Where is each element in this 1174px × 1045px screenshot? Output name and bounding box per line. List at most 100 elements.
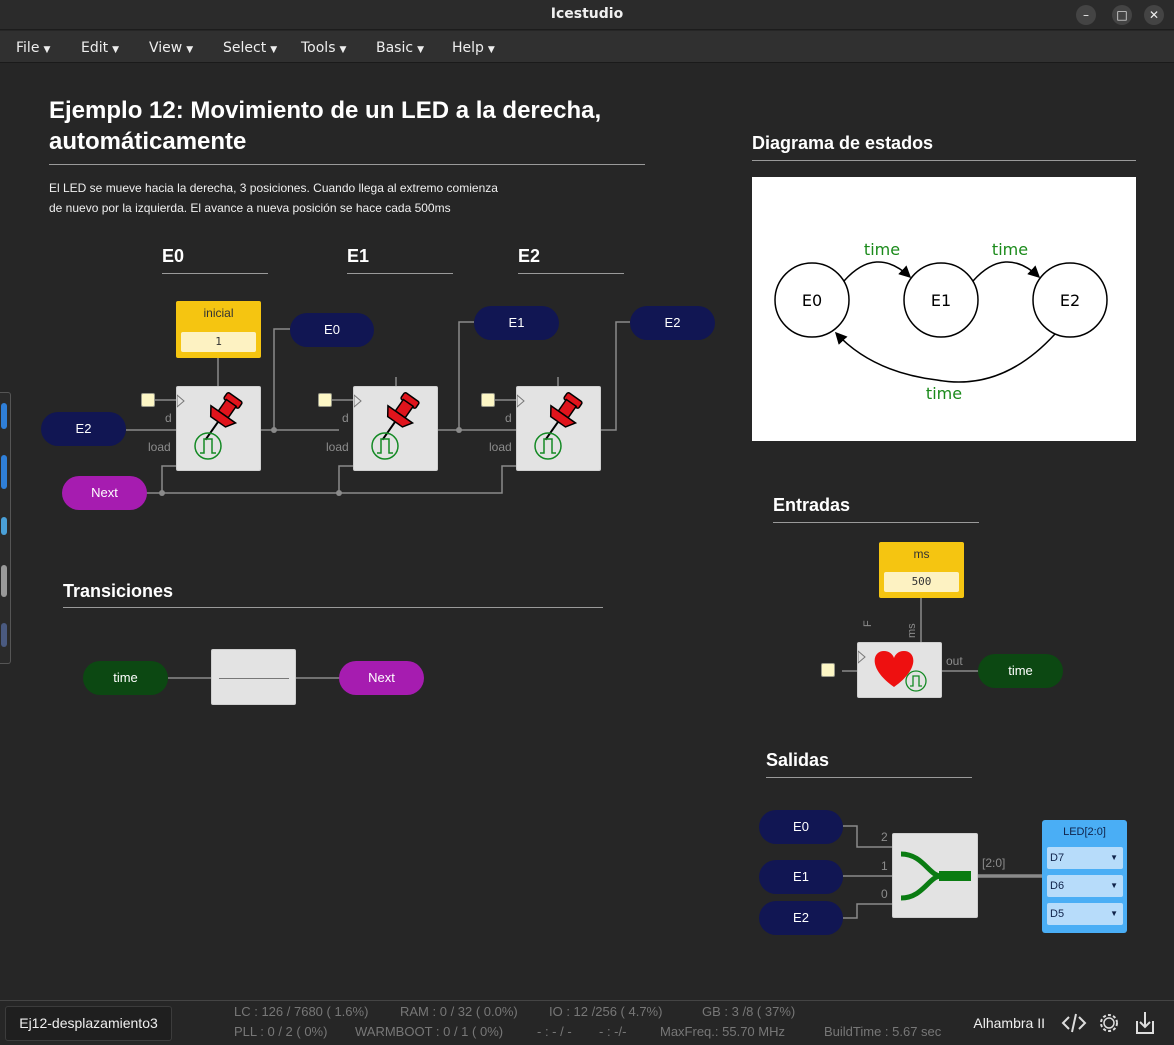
port-d-label: d — [342, 411, 349, 425]
left-panel-strip[interactable] — [0, 392, 11, 664]
design-canvas[interactable]: Ejemplo 12: Movimiento de un LED a la de… — [0, 64, 1174, 1000]
initial-constant[interactable]: inicial 1 — [176, 301, 261, 358]
inputs-heading: Entradas — [773, 495, 851, 515]
port-d-label: d — [165, 411, 172, 425]
clock-input[interactable] — [821, 663, 835, 677]
menu-basic[interactable]: Basic ▼ — [376, 40, 424, 56]
clock-input[interactable] — [318, 393, 332, 407]
salidas-input-e1[interactable]: E1 — [759, 860, 843, 894]
output-label-time[interactable]: time — [978, 654, 1063, 688]
transition-input-time[interactable]: time — [83, 661, 168, 695]
bit-label-1: 1 — [881, 859, 888, 873]
port-load-label: load — [489, 440, 512, 454]
wire-block-line — [219, 678, 289, 679]
port-load-label: load — [148, 440, 171, 454]
initial-constant-value[interactable]: 1 — [181, 332, 256, 352]
edge-label-e1-e2: time — [992, 240, 1028, 259]
close-icon[interactable]: ✕ — [1144, 5, 1164, 25]
initial-constant-label: inicial — [203, 306, 234, 320]
stat-dash2: - : -/- — [599, 1024, 627, 1039]
wire-block[interactable] — [211, 649, 296, 705]
port-out-label: out — [946, 654, 963, 668]
port-d-label: d — [505, 411, 512, 425]
clock-pulse-icon — [194, 432, 222, 460]
maximize-icon[interactable]: □ — [1112, 5, 1132, 25]
menu-select[interactable]: Select ▼ — [223, 40, 277, 56]
state-node-e2-label: E2 — [1060, 291, 1080, 310]
minimize-icon[interactable]: – — [1076, 5, 1096, 25]
input-label-e2[interactable]: E2 — [41, 412, 126, 446]
stat-pll: PLL : 0 / 2 ( 0%) — [234, 1024, 328, 1039]
panel-handle[interactable] — [1, 517, 7, 535]
state-node-e0-label: E0 — [802, 291, 822, 310]
panel-handle[interactable] — [1, 455, 7, 489]
inputs-rule — [773, 522, 979, 523]
bit-label-2: 2 — [881, 830, 888, 844]
state-diagram-svg: E0 E1 E2 time time time — [774, 240, 1108, 403]
pin-select-d7[interactable]: D7 ▼ — [1047, 847, 1123, 869]
menu-view[interactable]: View ▼ — [149, 40, 193, 56]
menu-file[interactable]: File ▼ — [16, 40, 50, 56]
port-f-label: F — [862, 620, 874, 627]
transitions-rule — [63, 607, 603, 608]
register-block-e2[interactable] — [516, 386, 601, 471]
clock-input[interactable] — [141, 393, 155, 407]
settings-gear-icon[interactable] — [1095, 1009, 1123, 1037]
outputs-rule — [766, 777, 972, 778]
ms-constant-label: ms — [913, 547, 930, 561]
pin-select-d5[interactable]: D5 ▼ — [1047, 903, 1123, 925]
chevron-down-icon: ▼ — [1110, 909, 1118, 918]
register-block-e0[interactable] — [176, 386, 261, 471]
clock-pulse-icon — [905, 670, 927, 692]
transition-output-next[interactable]: Next — [339, 661, 424, 695]
bit-label-0: 0 — [881, 887, 888, 901]
verilog-code-icon[interactable] — [1060, 1009, 1088, 1037]
panel-handle[interactable] — [1, 623, 7, 647]
pin-select-d6[interactable]: D6 ▼ — [1047, 875, 1123, 897]
ms-constant[interactable]: ms 500 — [879, 542, 964, 598]
port-load-label: load — [326, 440, 349, 454]
output-label-e0[interactable]: E0 — [290, 313, 374, 347]
salidas-input-e0[interactable]: E0 — [759, 810, 843, 844]
outputs-heading: Salidas — [766, 750, 830, 770]
clock-pulse-icon — [371, 432, 399, 460]
heartbeat-block[interactable] — [857, 642, 942, 698]
edge-label-e2-e0: time — [926, 384, 962, 403]
panel-handle[interactable] — [1, 403, 7, 429]
input-label-next[interactable]: Next — [62, 476, 147, 510]
state-diagram-image: E0 E1 E2 time time time — [752, 177, 1136, 441]
upload-icon[interactable] — [1131, 1009, 1159, 1037]
led-output-block[interactable]: LED[2:0] D7 ▼ D6 ▼ D5 ▼ — [1042, 820, 1127, 933]
stat-maxfreq: MaxFreq.: 55.70 MHz — [660, 1024, 785, 1039]
bus-join-block[interactable] — [892, 833, 978, 918]
stat-gb: GB : 3 /8 ( 37%) — [702, 1004, 796, 1019]
state-node-e1-label: E1 — [931, 291, 951, 310]
menubar: File ▼ Edit ▼ View ▼ Select ▼ Tools ▼ Basic ▼ … — [0, 31, 1174, 63]
menu-help[interactable]: Help ▼ — [452, 40, 495, 56]
board-name[interactable]: Alhambra II — [973, 1015, 1045, 1031]
edge-label-e0-e1: time — [864, 240, 900, 259]
output-label-e1[interactable]: E1 — [474, 306, 559, 340]
chevron-down-icon: ▼ — [1110, 881, 1118, 890]
led-output-label: LED[2:0] — [1063, 826, 1106, 838]
state-diagram-rule — [752, 160, 1136, 161]
panel-handle[interactable] — [1, 565, 7, 597]
salidas-input-e2[interactable]: E2 — [759, 901, 843, 935]
clock-input[interactable] — [481, 393, 495, 407]
ms-constant-value[interactable]: 500 — [884, 572, 959, 592]
stat-warmboot: WARMBOOT : 0 / 1 ( 0%) — [355, 1024, 504, 1039]
heart-icon — [858, 650, 914, 687]
clock-pulse-icon — [534, 432, 562, 460]
statusbar: Ej12-desplazamiento3 LC : 126 / 7680 ( 1… — [0, 1000, 1174, 1045]
transitions-heading: Transiciones — [63, 581, 174, 601]
port-ms-label: ms — [906, 623, 918, 638]
state-chain-wires — [126, 321, 630, 496]
register-block-e1[interactable] — [353, 386, 438, 471]
stat-ram: RAM : 0 / 32 ( 0.0%) — [400, 1004, 518, 1019]
merge-icon — [900, 851, 971, 901]
stat-dash1: - : - / - — [537, 1024, 572, 1039]
menu-edit[interactable]: Edit ▼ — [81, 40, 119, 56]
menu-tools[interactable]: Tools ▼ — [301, 40, 346, 56]
output-label-e2[interactable]: E2 — [630, 306, 715, 340]
project-tab[interactable]: Ej12-desplazamiento3 — [5, 1006, 172, 1041]
